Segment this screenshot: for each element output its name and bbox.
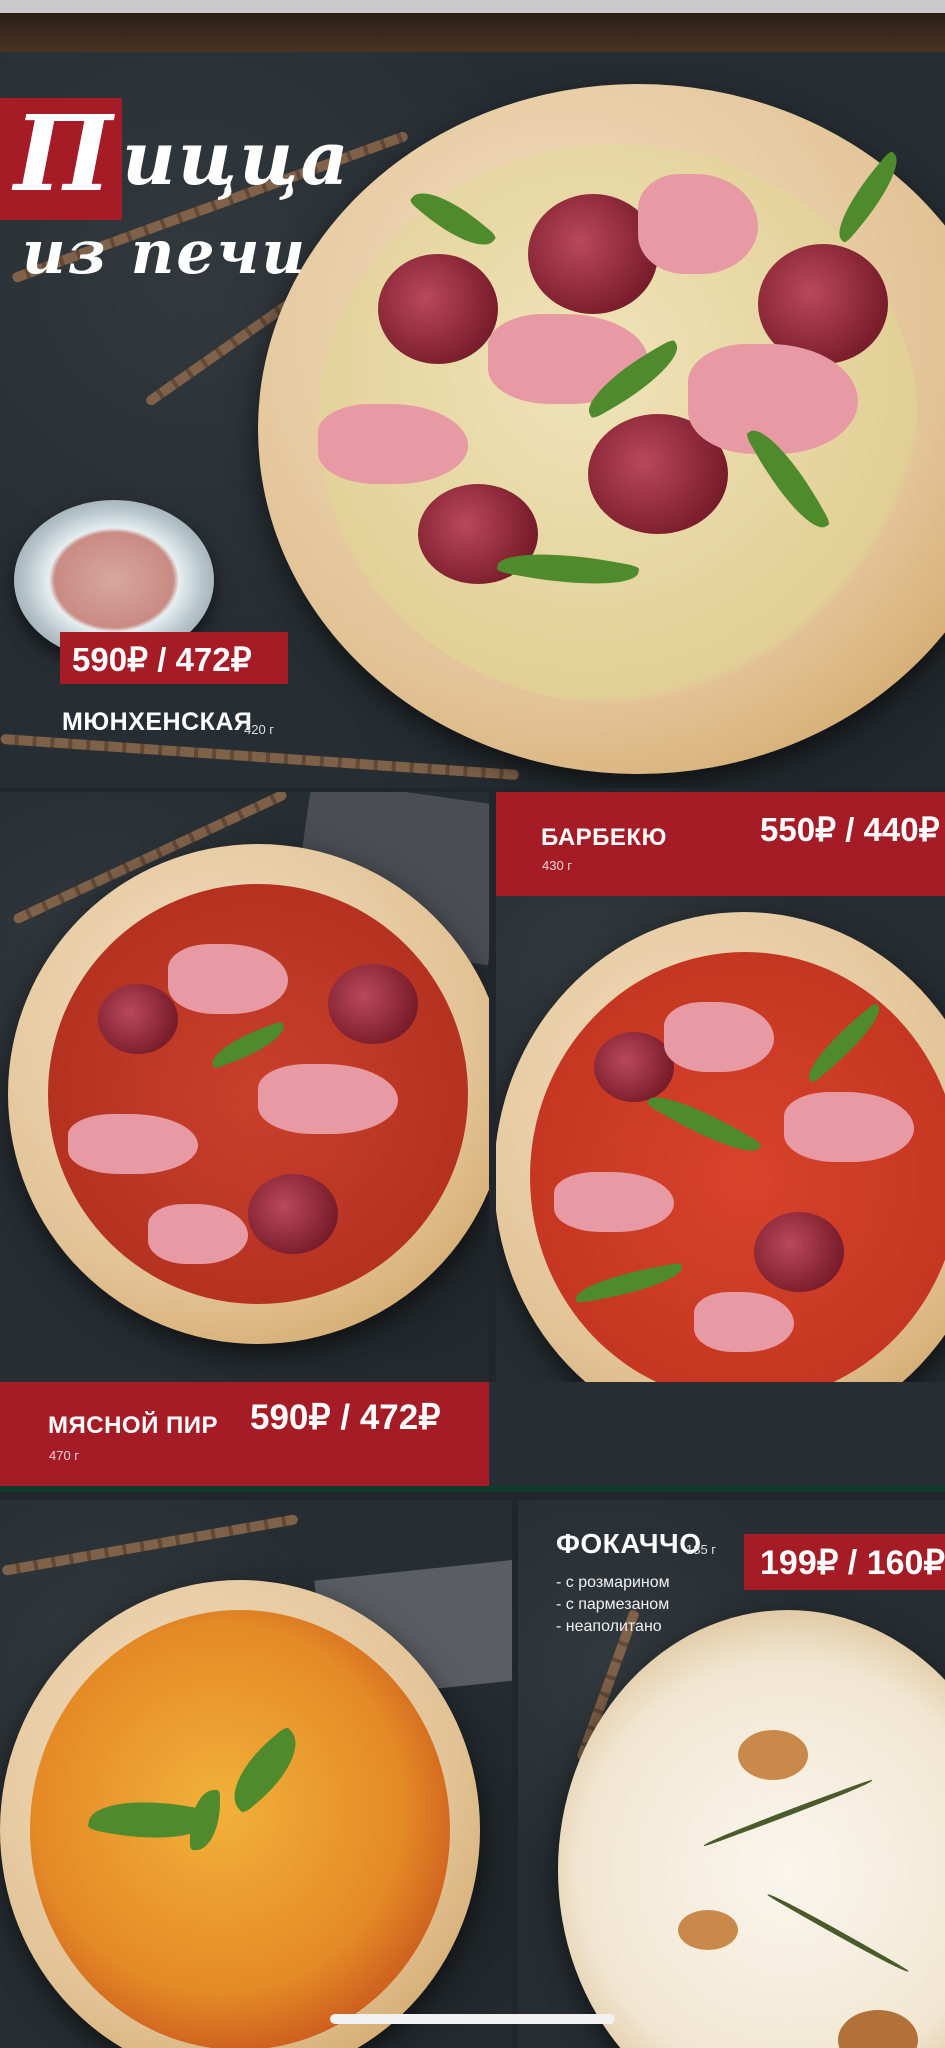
focaccia-option: - с розмарином (556, 1574, 670, 1591)
section-divider (0, 1486, 945, 1492)
bbq-name: БАРБЕКЮ (541, 824, 667, 851)
title-first-letter: П (14, 92, 113, 215)
munich-pizza-image (258, 84, 945, 774)
bbq-pizza-image (496, 912, 945, 1382)
title-subtitle: из печи (22, 218, 308, 288)
meat-feast-price: 590₽ / 472₽ (250, 1398, 441, 1437)
munich-price-badge: 590₽ / 472₽ (60, 632, 288, 684)
focaccia-weight: 185 г (686, 1542, 717, 1557)
meat-feast-label-box: МЯСНОЙ ПИР 470 г 590₽ / 472₽ (0, 1382, 489, 1486)
top-status-strip (0, 0, 945, 52)
meat-feast-weight: 470 г (49, 1448, 80, 1463)
right-gap-panel (489, 1382, 945, 1486)
meat-feast-name: МЯСНОЙ ПИР (48, 1412, 218, 1439)
focaccia-price: 199₽ / 160₽ (760, 1544, 945, 1582)
focaccia-name: ФОКАЧЧО (556, 1528, 702, 1559)
focaccia-option: - с пармезаном (556, 1596, 670, 1613)
wheat-decoration (1, 1514, 299, 1576)
meat-feast-pizza-image (8, 844, 489, 1344)
munich-price: 590₽ / 472₽ (72, 641, 252, 678)
meat-feast-panel (0, 792, 489, 1382)
margherita-panel (0, 1500, 512, 2048)
title-text: ицца (122, 116, 351, 202)
wheat-decoration (0, 733, 520, 781)
bbq-weight: 430 г (542, 858, 573, 873)
munich-weight: 420 г (244, 722, 275, 737)
bbq-price: 550₽ / 440₽ (760, 811, 940, 848)
focaccia-options: - с розмарином - с пармезаном - неаполит… (556, 1572, 670, 1638)
munich-name: МЮНХЕНСКАЯ (62, 708, 253, 736)
bbq-label-box: БАРБЕКЮ 430 г 550₽ / 440₽ (496, 792, 945, 896)
home-indicator[interactable] (330, 2014, 615, 2024)
focaccia-option: - неаполитано (556, 1618, 662, 1635)
focaccia-price-badge: 199₽ / 160₽ (744, 1534, 945, 1590)
